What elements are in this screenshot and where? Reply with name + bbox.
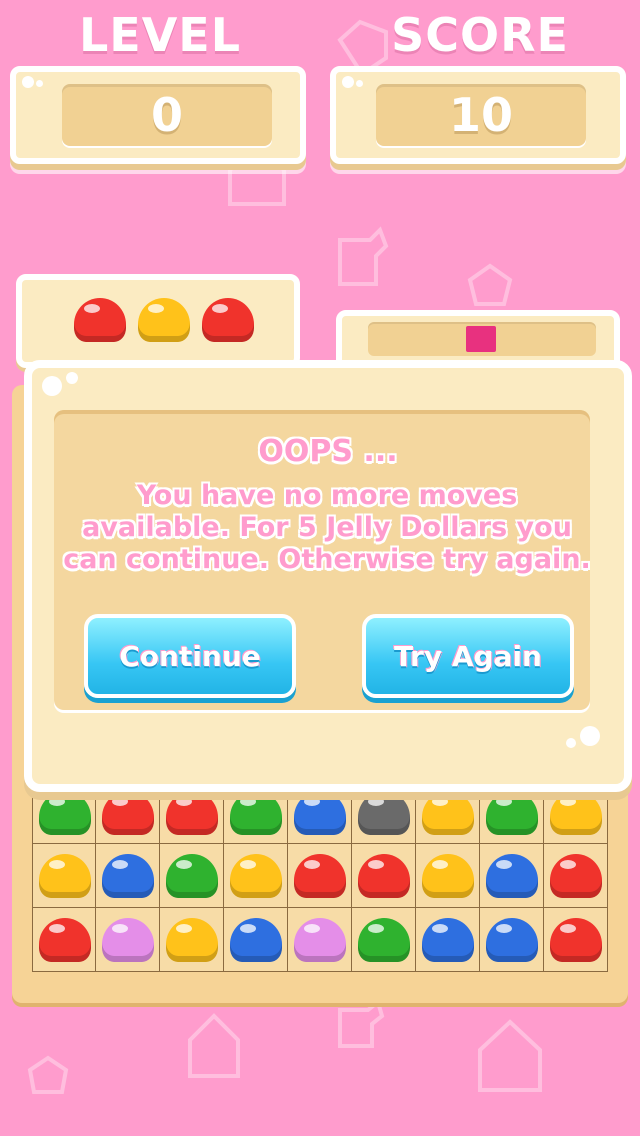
level-panel: 0 (10, 66, 306, 164)
try-again-button[interactable]: Try Again (362, 614, 574, 698)
red-jelly-icon (102, 791, 154, 835)
gray-jelly-icon (358, 791, 410, 835)
board-cell[interactable] (416, 844, 480, 908)
yellow-jelly-icon (230, 854, 282, 898)
score-label: SCORE (391, 8, 569, 62)
board-cell[interactable] (32, 908, 96, 972)
board-cell[interactable] (352, 908, 416, 972)
score-panel: 10 (330, 66, 626, 164)
green-jelly-icon (358, 918, 410, 962)
yellow-jelly-icon (550, 791, 602, 835)
red-jelly-icon (358, 854, 410, 898)
red-jelly-icon (550, 918, 602, 962)
board-cell[interactable] (224, 908, 288, 972)
yellow-jelly-icon (39, 854, 91, 898)
green-jelly-icon (39, 791, 91, 835)
blue-jelly-icon (294, 791, 346, 835)
green-jelly-icon (166, 854, 218, 898)
score-value: 10 (376, 84, 586, 146)
yellow-jelly-icon (138, 298, 190, 342)
jelly-grid (32, 780, 608, 972)
blue-jelly-icon (102, 854, 154, 898)
red-jelly-icon (550, 854, 602, 898)
board-cell[interactable] (160, 844, 224, 908)
blue-jelly-icon (230, 918, 282, 962)
board-cell[interactable] (288, 844, 352, 908)
level-label: LEVEL (78, 8, 242, 62)
goal-jellies (66, 286, 266, 356)
board-cell[interactable] (160, 908, 224, 972)
no-moves-dialog: OOPS ... You have no more moves availabl… (24, 360, 632, 792)
yellow-jelly-icon (422, 854, 474, 898)
board-cell[interactable] (544, 908, 608, 972)
board-cell[interactable] (32, 844, 96, 908)
red-jelly-icon (202, 298, 254, 342)
continue-button[interactable]: Continue (84, 614, 296, 698)
red-jelly-icon (39, 918, 91, 962)
green-jelly-icon (486, 791, 538, 835)
yellow-jelly-icon (422, 791, 474, 835)
blue-jelly-icon (422, 918, 474, 962)
blue-jelly-icon (486, 854, 538, 898)
yellow-jelly-icon (166, 918, 218, 962)
board-cell[interactable] (352, 844, 416, 908)
green-jelly-icon (230, 791, 282, 835)
level-value: 0 (62, 84, 272, 146)
board-cell[interactable] (480, 908, 544, 972)
blue-jelly-icon (486, 918, 538, 962)
red-jelly-icon (74, 298, 126, 342)
board-cell[interactable] (416, 908, 480, 972)
pink-jelly-icon (102, 918, 154, 962)
board-cell[interactable] (480, 844, 544, 908)
red-jelly-icon (166, 791, 218, 835)
progress-track (368, 322, 596, 356)
dialog-message: You have no more moves available. For 5 … (63, 480, 591, 575)
board-cell[interactable] (544, 844, 608, 908)
red-jelly-icon (294, 854, 346, 898)
goal-panel (16, 274, 300, 368)
board-cell[interactable] (224, 844, 288, 908)
progress-fill (466, 326, 496, 352)
board-cell[interactable] (288, 908, 352, 972)
dialog-title: OOPS ... (258, 434, 398, 469)
board-cell[interactable] (96, 908, 160, 972)
board-cell[interactable] (96, 844, 160, 908)
pink-jelly-icon (294, 918, 346, 962)
